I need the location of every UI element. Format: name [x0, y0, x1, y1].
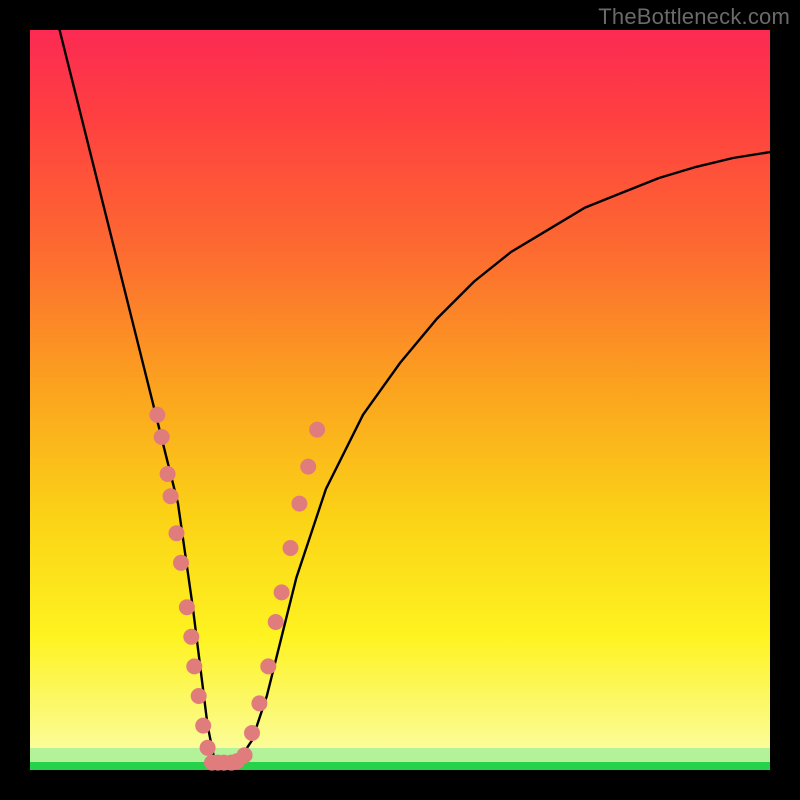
- marker-dot: [309, 422, 325, 438]
- marker-dot: [291, 496, 307, 512]
- marker-dot: [191, 688, 207, 704]
- marker-dot: [169, 525, 185, 541]
- marker-dot: [183, 629, 199, 645]
- marker-dot: [300, 459, 316, 475]
- marker-dot: [173, 555, 189, 571]
- plot-area: [30, 30, 770, 770]
- bottleneck-curve: [60, 30, 770, 763]
- marker-dots: [149, 407, 325, 771]
- marker-dot: [283, 540, 299, 556]
- curve-layer: [30, 30, 770, 770]
- marker-dot: [149, 407, 165, 423]
- marker-dot: [195, 718, 211, 734]
- marker-dot: [251, 695, 267, 711]
- marker-dot: [186, 658, 202, 674]
- marker-dot: [163, 488, 179, 504]
- marker-dot: [154, 429, 170, 445]
- marker-dot: [268, 614, 284, 630]
- marker-dot: [274, 584, 290, 600]
- marker-dot: [237, 747, 253, 763]
- watermark-label: TheBottleneck.com: [598, 4, 790, 30]
- marker-dot: [200, 740, 216, 756]
- marker-dot: [179, 599, 195, 615]
- marker-dot: [244, 725, 260, 741]
- marker-dot: [260, 658, 276, 674]
- marker-dot: [160, 466, 176, 482]
- chart-frame: TheBottleneck.com: [0, 0, 800, 800]
